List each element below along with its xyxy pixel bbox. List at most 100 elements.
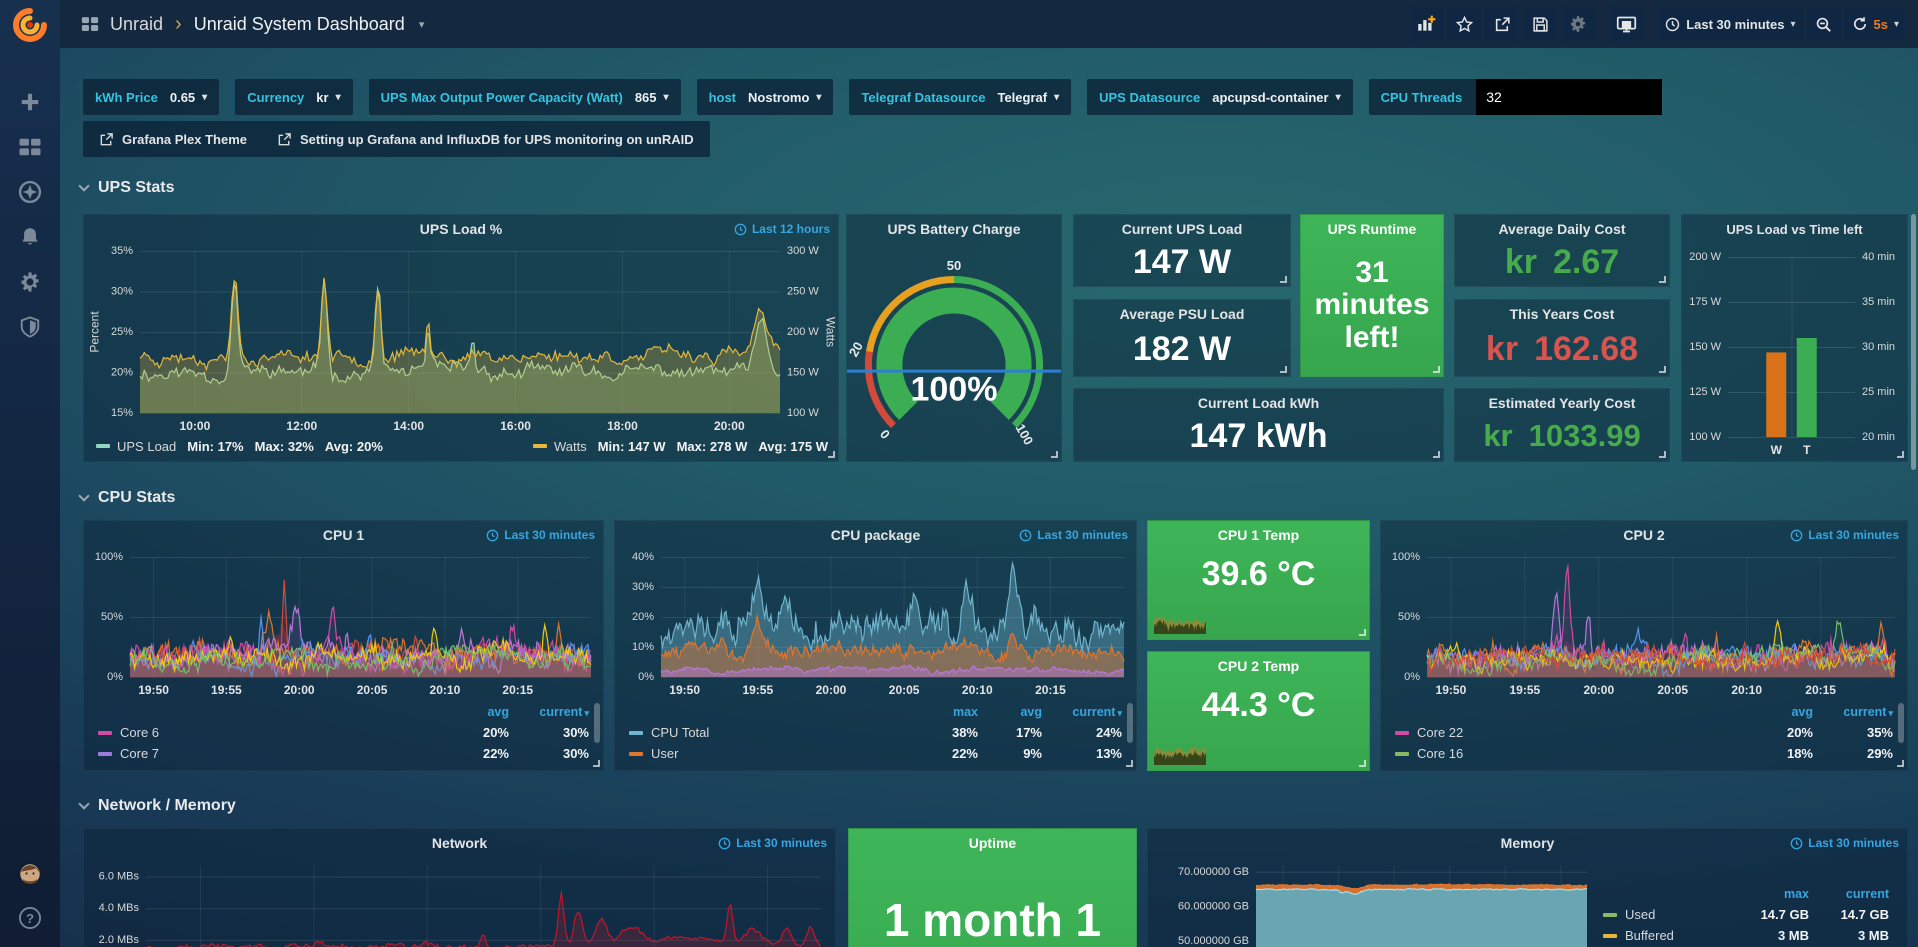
- refresh-interval-label: 5s: [1874, 17, 1888, 32]
- panel-resize-handle[interactable]: [1359, 629, 1366, 636]
- legend-series-toggle[interactable]: Used: [1603, 907, 1739, 922]
- panel-title[interactable]: CPU package: [831, 527, 920, 543]
- variable-currency: Currency kr▾: [235, 79, 352, 115]
- variable-value-dropdown[interactable]: kr▾: [316, 90, 340, 105]
- legend-scrollbar[interactable]: [1127, 703, 1133, 743]
- legend-sort-current[interactable]: current▾: [1813, 705, 1893, 719]
- panel-title[interactable]: CPU 1: [323, 527, 364, 543]
- explore-compass-icon[interactable]: [15, 177, 45, 207]
- dashboards-icon[interactable]: [15, 132, 45, 162]
- breadcrumb-folder[interactable]: Unraid: [110, 14, 163, 35]
- panel-title[interactable]: This Years Cost: [1510, 306, 1615, 322]
- dashboard-dropdown-caret[interactable]: ▾: [419, 18, 425, 31]
- panel-resize-handle[interactable]: [1897, 760, 1904, 767]
- variable-value-dropdown[interactable]: apcupsd-container▾: [1212, 90, 1340, 105]
- alerting-bell-icon[interactable]: [15, 222, 45, 252]
- panel-title[interactable]: UPS Runtime: [1328, 221, 1417, 237]
- panel-title[interactable]: CPU 1 Temp: [1218, 527, 1299, 543]
- panel-resize-handle[interactable]: [1897, 451, 1904, 458]
- add-panel-button[interactable]: [1409, 7, 1443, 41]
- panel-title[interactable]: UPS Load %: [420, 221, 502, 237]
- section-network-memory[interactable]: Network / Memory: [80, 794, 236, 818]
- configuration-gear-icon[interactable]: [15, 267, 45, 297]
- breadcrumb: Unraid › Unraid System Dashboard ▾: [80, 14, 424, 35]
- panel-resize-handle[interactable]: [1359, 760, 1366, 767]
- variable-value-dropdown[interactable]: 865▾: [635, 90, 669, 105]
- legend-sort-current[interactable]: current▾: [1042, 705, 1122, 719]
- cpu-threads-input[interactable]: [1476, 79, 1662, 115]
- ups-load-chart-canvas[interactable]: [84, 243, 838, 435]
- legend-series-toggle[interactable]: CPU Total: [629, 725, 908, 740]
- network-chart-canvas[interactable]: [84, 857, 835, 947]
- legend-series-toggle[interactable]: Watts: [554, 439, 587, 454]
- legend-sort-max[interactable]: max: [1739, 887, 1809, 901]
- panel-resize-handle[interactable]: [593, 760, 600, 767]
- save-button[interactable]: [1523, 7, 1557, 41]
- memory-chart-canvas[interactable]: [1148, 857, 1597, 947]
- legend-scrollbar[interactable]: [594, 703, 600, 743]
- panel-resize-handle[interactable]: [828, 451, 835, 458]
- cpu-package-chart-canvas[interactable]: [615, 549, 1136, 699]
- panel-title[interactable]: CPU 2: [1623, 527, 1664, 543]
- legend-series-toggle[interactable]: Core 16: [1395, 746, 1743, 761]
- cpu2-chart-canvas[interactable]: [1381, 549, 1907, 699]
- panel-resize-handle[interactable]: [1280, 366, 1287, 373]
- legend-swatch: [1603, 913, 1617, 917]
- cpu1-chart-canvas[interactable]: [84, 549, 603, 699]
- panel-title[interactable]: Average PSU Load: [1120, 306, 1245, 322]
- variable-value-dropdown[interactable]: 0.65▾: [170, 90, 207, 105]
- dashboard-title[interactable]: Unraid System Dashboard: [194, 14, 405, 35]
- section-cpu-stats[interactable]: CPU Stats: [80, 486, 175, 510]
- legend-series-toggle[interactable]: Core 22: [1395, 725, 1743, 740]
- legend-sort-current[interactable]: current▾: [509, 705, 589, 719]
- panel-title[interactable]: Network: [432, 835, 487, 851]
- share-button[interactable]: [1485, 7, 1519, 41]
- legend-sort-avg[interactable]: avg: [1743, 705, 1813, 719]
- help-icon[interactable]: ?: [15, 903, 45, 933]
- panel-title[interactable]: Current UPS Load: [1122, 221, 1243, 237]
- panel-resize-handle[interactable]: [1280, 276, 1287, 283]
- zoom-out-button[interactable]: [1807, 7, 1841, 41]
- legend-series-toggle[interactable]: Core 6: [98, 725, 439, 740]
- add-icon[interactable]: [15, 87, 45, 117]
- panel-title[interactable]: UPS Battery Charge: [887, 221, 1020, 237]
- panel-title[interactable]: Uptime: [969, 835, 1016, 851]
- panel-title[interactable]: Estimated Yearly Cost: [1489, 395, 1636, 411]
- legend-series-toggle[interactable]: Core 7: [98, 746, 439, 761]
- panel-resize-handle[interactable]: [1659, 451, 1666, 458]
- panel-resize-handle[interactable]: [1659, 276, 1666, 283]
- legend-series-toggle[interactable]: Buffered: [1603, 928, 1739, 943]
- panel-resize-handle[interactable]: [1433, 366, 1440, 373]
- user-avatar[interactable]: [15, 859, 45, 889]
- panel-resize-handle[interactable]: [1659, 366, 1666, 373]
- section-ups-stats[interactable]: UPS Stats: [80, 176, 174, 200]
- legend-series-toggle[interactable]: UPS Load: [117, 439, 176, 454]
- legend-sort-avg[interactable]: avg: [439, 705, 509, 719]
- star-button[interactable]: [1447, 7, 1481, 41]
- time-range-picker[interactable]: Last 30 minutes ▾: [1658, 7, 1802, 41]
- panel-resize-handle[interactable]: [1051, 451, 1058, 458]
- panel-title[interactable]: Memory: [1501, 835, 1555, 851]
- panel-resize-handle[interactable]: [1433, 451, 1440, 458]
- legend-sort-current[interactable]: current: [1809, 887, 1889, 901]
- legend-scrollbar[interactable]: [1898, 703, 1904, 743]
- panel-title[interactable]: UPS Load vs Time left: [1726, 222, 1862, 237]
- link-ups-monitoring-guide[interactable]: Setting up Grafana and InfluxDB for UPS …: [277, 132, 694, 147]
- grafana-logo-icon[interactable]: [10, 5, 50, 45]
- refresh-button[interactable]: 5s ▾: [1845, 7, 1907, 41]
- panel-title[interactable]: CPU 2 Temp: [1218, 658, 1299, 674]
- cycle-view-mode-button[interactable]: [1609, 7, 1644, 41]
- legend-sort-max[interactable]: max: [908, 705, 978, 719]
- stat-value: 2.67: [1553, 243, 1619, 282]
- panel-settings-gear-icon[interactable]: [1561, 7, 1595, 41]
- server-admin-shield-icon[interactable]: [15, 312, 45, 342]
- panel-title[interactable]: Current Load kWh: [1198, 395, 1319, 411]
- link-grafana-plex-theme[interactable]: Grafana Plex Theme: [99, 132, 247, 147]
- legend-series-toggle[interactable]: User: [629, 746, 908, 761]
- panel-title[interactable]: Average Daily Cost: [1498, 221, 1625, 237]
- page-scrollbar-thumb[interactable]: [1911, 214, 1916, 470]
- panel-resize-handle[interactable]: [1126, 760, 1133, 767]
- legend-sort-avg[interactable]: avg: [978, 705, 1042, 719]
- variable-value-dropdown[interactable]: Telegraf▾: [997, 90, 1059, 105]
- variable-value-dropdown[interactable]: Nostromo▾: [748, 90, 821, 105]
